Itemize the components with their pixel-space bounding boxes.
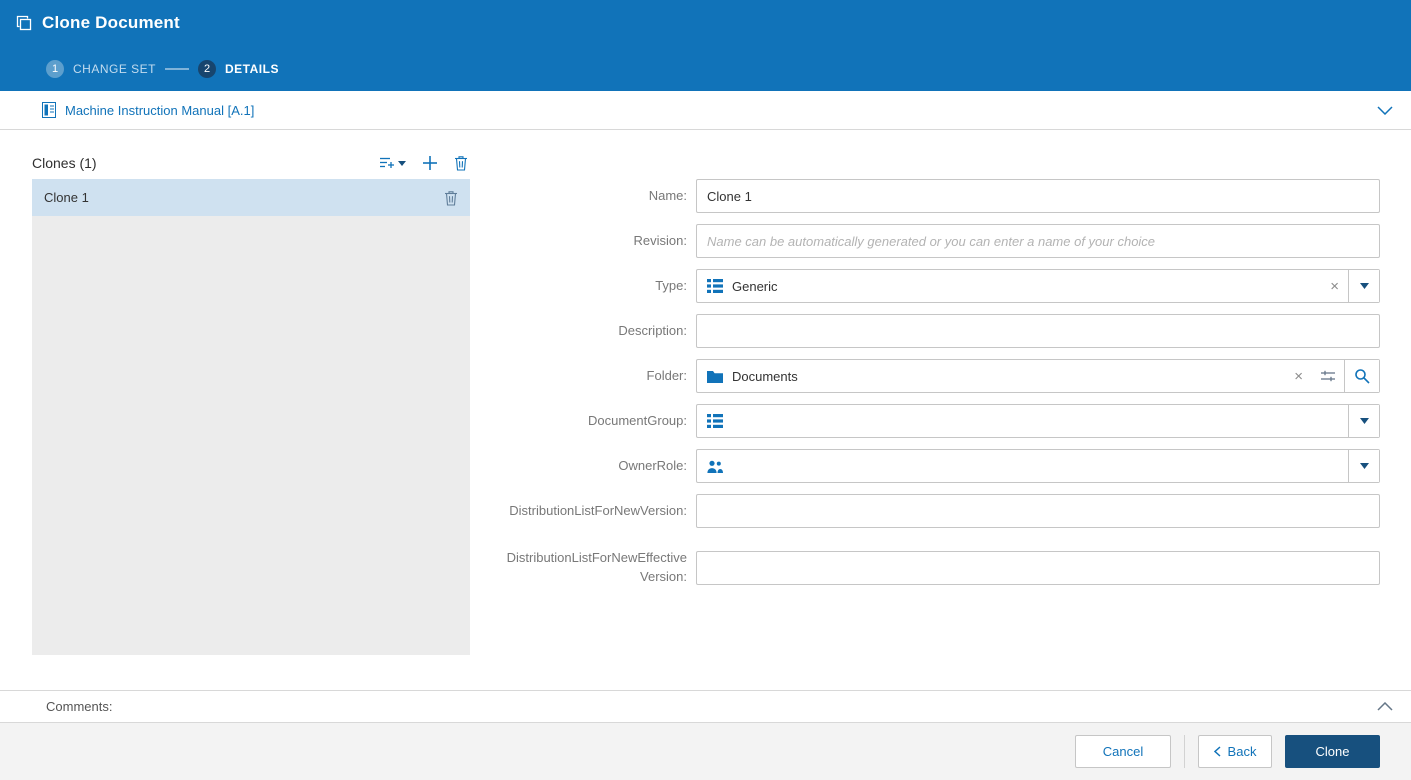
revision-label: Revision: <box>633 232 687 248</box>
clone-item-label: Clone 1 <box>44 190 89 205</box>
people-icon <box>697 460 732 473</box>
clones-toolbar <box>377 153 470 173</box>
document-group-dropdown-button[interactable] <box>1348 405 1379 437</box>
add-clone-button[interactable] <box>420 153 440 173</box>
type-list-icon <box>697 279 732 293</box>
clone-document-dialog: Clone Document 1 CHANGE SET 2 DETAILS Ma… <box>0 0 1411 780</box>
folder-label: Folder: <box>646 367 687 383</box>
filter-icon <box>379 156 395 170</box>
folder-search-button[interactable] <box>1344 360 1379 392</box>
document-icon <box>42 102 56 118</box>
delete-clone-button[interactable] <box>452 153 470 173</box>
chevron-down-icon[interactable] <box>1377 105 1393 115</box>
clone-list-item[interactable]: Clone 1 <box>32 179 470 216</box>
step-change-set[interactable]: 1 CHANGE SET <box>46 59 157 78</box>
revision-input[interactable] <box>696 224 1380 258</box>
name-row: Name: <box>504 179 1380 213</box>
clone-button[interactable]: Clone <box>1285 735 1380 768</box>
clones-panel: Clones (1) Clone 1 <box>32 149 470 690</box>
chevron-up-icon[interactable] <box>1377 702 1393 711</box>
distribution-list-new-effective-version-row: DistributionListForNewEffectiveVersion: <box>504 549 1380 587</box>
revision-row: Revision: <box>504 224 1380 258</box>
owner-role-dropdown-button[interactable] <box>1348 450 1379 482</box>
cancel-button[interactable]: Cancel <box>1075 735 1171 768</box>
step-1-circle: 1 <box>46 59 64 78</box>
description-input[interactable] <box>696 314 1380 348</box>
back-button[interactable]: Back <box>1198 735 1272 768</box>
dialog-title: Clone Document <box>42 13 180 32</box>
main-content: Clones (1) Clone 1 Name: Clone 1 Revisio… <box>0 130 1411 690</box>
distribution-list-new-effective-version-label: DistributionListForNewEffectiveVersion: <box>506 550 687 584</box>
distribution-list-new-version-label: DistributionListForNewVersion: <box>509 502 687 518</box>
step-details[interactable]: 2 DETAILS <box>198 59 279 78</box>
document-group-list-icon <box>697 414 732 428</box>
step-1-label: CHANGE SET <box>73 61 157 76</box>
distribution-list-new-effective-version-input[interactable] <box>696 550 1380 585</box>
owner-role-combobox[interactable] <box>696 449 1380 483</box>
folder-combobox[interactable]: Documents × <box>696 359 1380 393</box>
folder-value: Documents <box>732 368 798 384</box>
caret-down-icon <box>398 160 406 166</box>
cancel-button-label: Cancel <box>1102 744 1144 759</box>
clone-button-label: Clone <box>1315 744 1350 759</box>
document-group-combobox[interactable] <box>696 404 1380 438</box>
document-group-row: DocumentGroup: <box>504 404 1380 438</box>
type-clear-icon[interactable]: × <box>1321 279 1348 294</box>
clones-title: Clones (1) <box>32 155 97 171</box>
name-label: Name: <box>648 187 687 203</box>
document-header-bar[interactable]: Machine Instruction Manual [A.1] <box>0 91 1411 130</box>
comments-label: Comments: <box>46 699 113 714</box>
description-label: Description: <box>618 322 687 338</box>
type-label: Type: <box>655 277 687 293</box>
document-group-label: DocumentGroup: <box>588 412 687 428</box>
type-dropdown-button[interactable] <box>1348 270 1379 302</box>
folder-filter-icon[interactable] <box>1312 369 1344 383</box>
clones-panel-header: Clones (1) <box>32 149 470 177</box>
step-connector-line <box>165 67 190 70</box>
clone-icon <box>16 15 32 31</box>
folder-row: Folder: Documents × <box>504 359 1380 393</box>
dialog-footer: Cancel Back Clone <box>0 723 1411 780</box>
step-2-circle: 2 <box>198 59 217 78</box>
filter-menu-button[interactable] <box>377 154 408 172</box>
owner-role-row: OwnerRole: <box>504 449 1380 483</box>
remove-clone-icon[interactable] <box>444 190 458 206</box>
type-row: Type: Generic × <box>504 269 1380 303</box>
type-combobox[interactable]: Generic × <box>696 269 1380 303</box>
folder-icon <box>697 370 732 383</box>
distribution-list-new-version-input[interactable] <box>696 494 1380 528</box>
distribution-list-new-version-row: DistributionListForNewVersion: <box>504 494 1380 528</box>
footer-divider <box>1184 735 1185 768</box>
description-row: Description: <box>504 314 1380 348</box>
trash-icon <box>454 155 468 171</box>
back-button-label: Back <box>1227 744 1257 759</box>
clone-details-form: Name: Revision: Type: <box>470 179 1380 690</box>
wizard-steps: 1 CHANGE SET 2 DETAILS <box>0 46 1411 91</box>
folder-clear-icon[interactable]: × <box>1285 369 1312 384</box>
plus-icon <box>422 155 438 171</box>
document-title: Machine Instruction Manual [A.1] <box>65 102 255 118</box>
clones-list[interactable]: Clone 1 <box>32 179 470 655</box>
owner-role-label: OwnerRole: <box>618 457 687 473</box>
name-input[interactable] <box>696 179 1380 213</box>
comments-section-header[interactable]: Comments: <box>0 690 1411 723</box>
chevron-left-icon <box>1213 746 1221 757</box>
dialog-header: Clone Document <box>0 0 1411 46</box>
type-value: Generic <box>732 278 778 294</box>
step-2-label: DETAILS <box>225 61 279 76</box>
